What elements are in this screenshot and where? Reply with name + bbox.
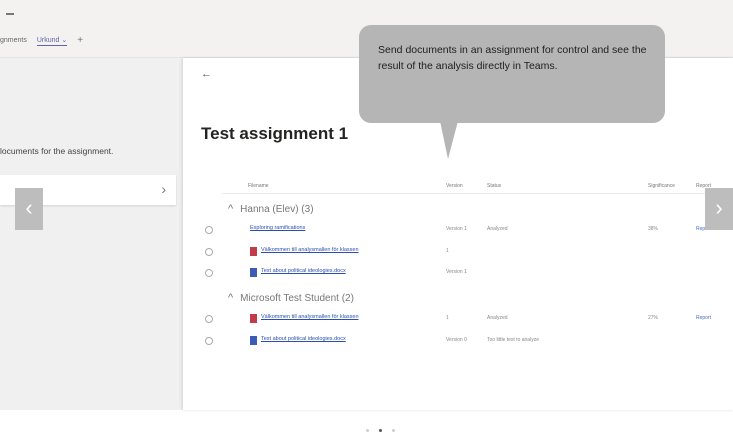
word-file-icon [250, 268, 257, 277]
carousel-dot[interactable] [366, 429, 369, 432]
column-header-version[interactable]: Version [446, 183, 463, 189]
chevron-up-icon[interactable]: ^ [228, 203, 233, 215]
row-select-radio[interactable] [205, 226, 213, 234]
table-row[interactable]: Välkommen till analysmallen för klassen … [205, 313, 733, 333]
carousel-prev-button[interactable]: ‹ [15, 188, 43, 230]
version-cell: Version 0 [446, 337, 467, 343]
significance-cell: 38% [648, 226, 659, 232]
tab-urkund[interactable]: Urkund ⌄ [36, 36, 68, 46]
file-link[interactable]: Välkommen till analysmallen för klassen [261, 247, 359, 253]
group-name: Hanna (Elev) (3) [240, 204, 314, 215]
tab-assignments[interactable]: gnments [0, 37, 27, 44]
callout-pointer [440, 121, 458, 159]
table-row[interactable]: Exploring ramifications Version 1 Analyz… [205, 224, 733, 244]
add-tab-button[interactable]: + [77, 35, 83, 46]
page-title: Test assignment 1 [201, 124, 349, 143]
group-header[interactable]: ^ Microsoft Test Student (2) [228, 292, 354, 304]
status-cell: Analyzed [487, 226, 508, 232]
column-header-filename[interactable]: Filename [248, 183, 269, 189]
file-link[interactable]: Exploring ramifications [250, 225, 305, 231]
carousel-dot-active[interactable] [379, 429, 382, 432]
table-row[interactable]: Text about political ideologies.docx Ver… [205, 267, 733, 287]
tab-bar: gnments Urkund ⌄ + [0, 35, 83, 46]
file-link[interactable]: Text about political ideologies.docx [261, 268, 346, 274]
header-divider [222, 193, 732, 194]
carousel-dots [366, 429, 395, 432]
version-cell: Version 1 [446, 226, 467, 232]
feature-callout: Send documents in an assignment for cont… [359, 25, 665, 123]
carousel-next-button[interactable]: › [705, 188, 733, 230]
column-header-significance[interactable]: Significance [648, 183, 675, 189]
instruction-text: locuments for the assignment. [0, 146, 114, 156]
group-header[interactable]: ^ Hanna (Elev) (3) [228, 203, 314, 215]
left-pane: locuments for the assignment. › [0, 58, 183, 410]
carousel-dot[interactable] [392, 429, 395, 432]
chevron-right-icon: › [161, 181, 166, 197]
word-file-icon [250, 336, 257, 345]
version-cell: 1 [446, 315, 449, 321]
red-file-icon [250, 247, 257, 256]
version-cell: 1 [446, 248, 449, 254]
back-arrow-icon[interactable]: ← [201, 68, 212, 80]
red-file-icon [250, 314, 257, 323]
file-link[interactable]: Välkommen till analysmallen för klassen [261, 314, 359, 320]
chevron-up-icon[interactable]: ^ [228, 292, 233, 304]
table-row[interactable]: Välkommen till analysmallen för klassen … [205, 246, 733, 266]
status-cell: Too little text to analyze [487, 337, 539, 343]
row-select-radio[interactable] [205, 337, 213, 345]
file-link[interactable]: Text about political ideologies.docx [261, 336, 346, 342]
row-select-radio[interactable] [205, 269, 213, 277]
significance-cell: 27% [648, 315, 659, 321]
column-header-status[interactable]: Status [487, 183, 501, 189]
status-cell: Analyzed [487, 315, 508, 321]
row-select-radio[interactable] [205, 315, 213, 323]
app-menu-icon[interactable] [6, 13, 14, 15]
table-row[interactable]: Text about political ideologies.docx Ver… [205, 335, 733, 355]
row-select-radio[interactable] [205, 248, 213, 256]
report-link[interactable]: Report [696, 315, 711, 321]
group-name: Microsoft Test Student (2) [240, 293, 354, 304]
version-cell: Version 1 [446, 269, 467, 275]
